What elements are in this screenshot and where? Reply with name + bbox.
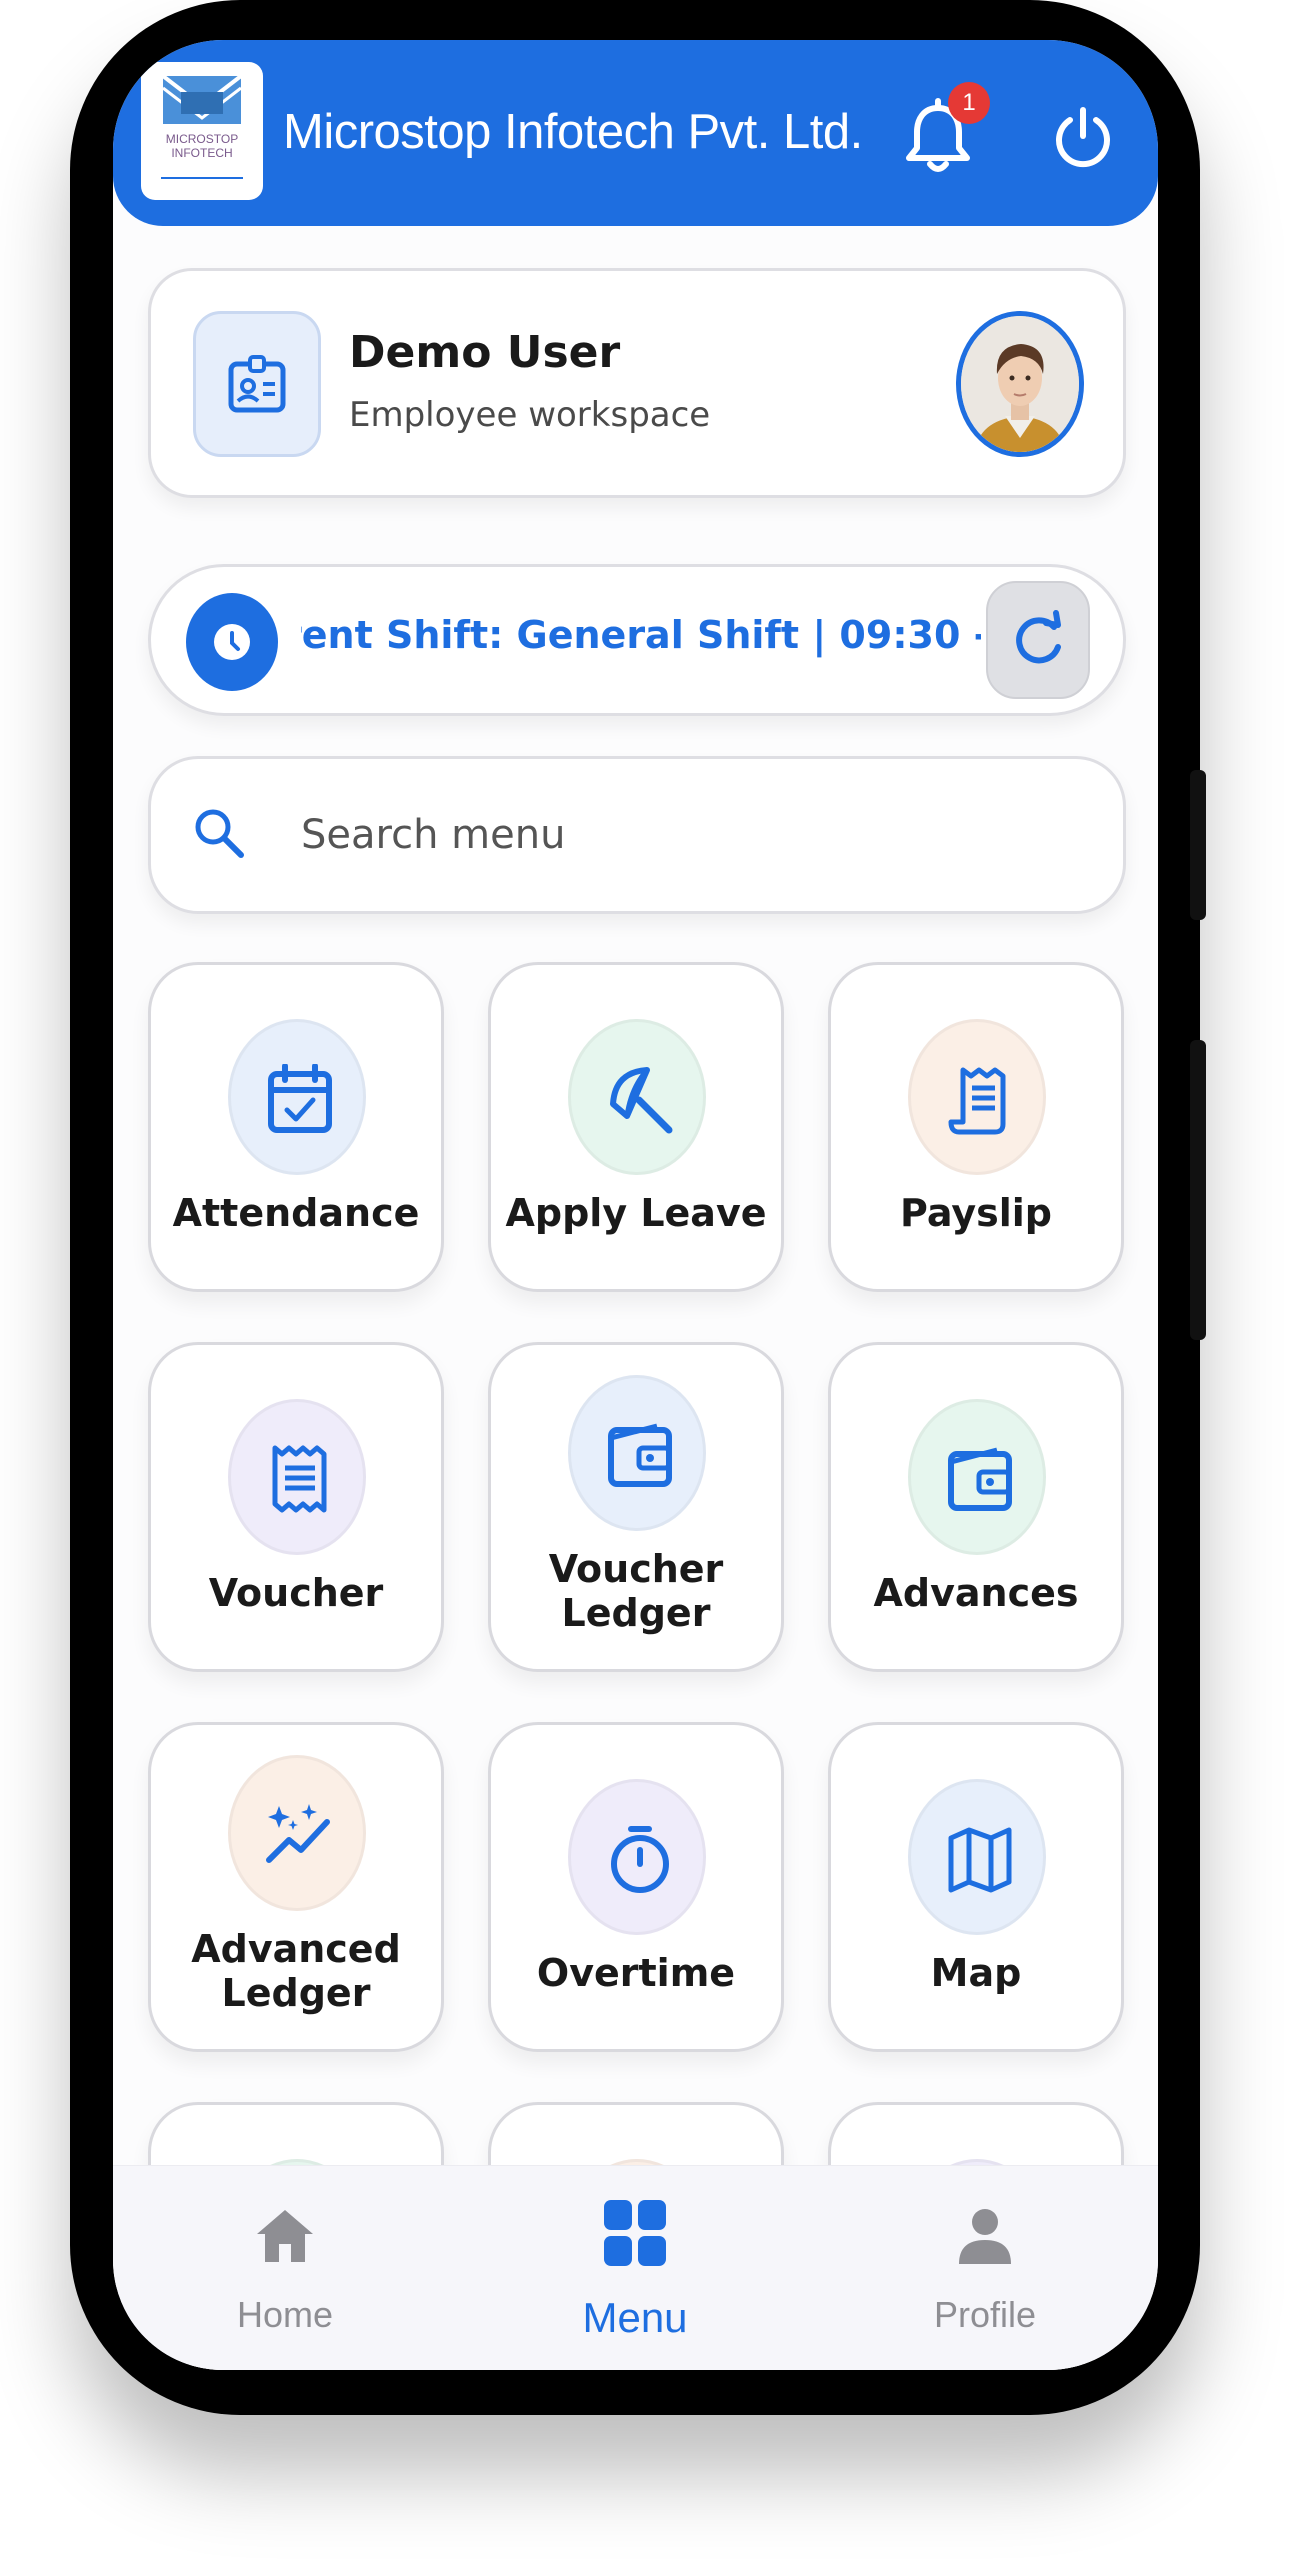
user-name: Demo User xyxy=(349,327,621,378)
id-badge-container xyxy=(193,311,321,457)
grid-icon xyxy=(604,2200,666,2266)
avatar-image xyxy=(961,316,1079,452)
user-card[interactable]: Demo User Employee workspace xyxy=(148,268,1126,498)
app-screen: MICROSTOP INFOTECH Microstop Infotech Pv… xyxy=(113,40,1158,2370)
user-role: Employee workspace xyxy=(349,395,711,435)
receipt-long-icon xyxy=(228,1399,366,1555)
timer-icon xyxy=(568,1779,706,1935)
bottom-navigation: Home Menu Profile xyxy=(113,2165,1158,2370)
search-bar[interactable] xyxy=(148,756,1126,914)
menu-tile-attendance[interactable]: Attendance xyxy=(148,962,444,1292)
shift-banner: rent Shift: General Shift | 09:30 - 18: xyxy=(148,564,1126,716)
search-icon xyxy=(189,803,249,863)
power-icon xyxy=(1056,107,1110,168)
person-icon xyxy=(959,2209,1011,2264)
wallet-icon xyxy=(568,1375,706,1531)
menu-tile-advanced-ledger[interactable]: Advanced Ledger xyxy=(148,1722,444,2052)
nav-profile-label: Profile xyxy=(933,2294,1037,2335)
umbrella-icon xyxy=(568,1019,706,1175)
sparkle-chart-icon xyxy=(228,1755,366,1911)
tile-label: Apply Leave xyxy=(505,1191,767,1235)
id-badge-icon xyxy=(228,355,286,413)
menu-tile-apply-leave[interactable]: Apply Leave xyxy=(488,962,784,1292)
tile-label: Advances xyxy=(873,1571,1079,1615)
map-icon xyxy=(908,1779,1046,1935)
calendar-check-icon xyxy=(228,1019,366,1175)
tile-label: Payslip xyxy=(900,1191,1052,1235)
home-icon xyxy=(257,2210,313,2262)
volume-button xyxy=(1190,770,1206,920)
company-logo: MICROSTOP INFOTECH xyxy=(141,62,263,200)
nav-home-label: Home xyxy=(236,2294,334,2335)
menu-tile-voucher[interactable]: Voucher xyxy=(148,1342,444,1672)
search-input[interactable] xyxy=(299,799,1063,871)
app-header: MICROSTOP INFOTECH Microstop Infotech Pv… xyxy=(113,40,1158,226)
shift-text: rent Shift: General Shift | 09:30 - 18: xyxy=(301,613,981,657)
wallet-icon xyxy=(908,1399,1046,1555)
nav-home[interactable]: Home xyxy=(155,2166,415,2370)
menu-tile-advances[interactable]: Advances xyxy=(828,1342,1124,1672)
tile-label: Attendance xyxy=(172,1191,420,1235)
menu-tile-map[interactable]: Map xyxy=(828,1722,1124,2052)
nav-menu[interactable]: Menu xyxy=(505,2166,765,2370)
tile-label: Advanced Ledger xyxy=(191,1927,401,2015)
nav-profile[interactable]: Profile xyxy=(855,2166,1115,2370)
clock-icon xyxy=(186,593,278,691)
logo-text: MICROSTOP INFOTECH xyxy=(165,132,239,160)
shift-marquee: rent Shift: General Shift | 09:30 - 18: xyxy=(301,567,981,715)
refresh-button[interactable] xyxy=(986,581,1090,699)
tile-label: Overtime xyxy=(536,1951,736,1995)
tile-label: Voucher Ledger xyxy=(548,1547,724,1635)
logout-button[interactable] xyxy=(1048,102,1118,172)
menu-tile-voucher-ledger[interactable]: Voucher Ledger xyxy=(488,1342,784,1672)
receipt-icon xyxy=(908,1019,1046,1175)
nav-menu-label: Menu xyxy=(582,2294,688,2341)
menu-tile-overtime[interactable]: Overtime xyxy=(488,1722,784,2052)
menu-tile-payslip[interactable]: Payslip xyxy=(828,962,1124,1292)
refresh-icon xyxy=(1016,610,1061,664)
tile-label: Voucher xyxy=(208,1571,384,1615)
company-title: Microstop Infotech Pvt. Ltd. xyxy=(283,105,863,159)
logo-graphic-icon xyxy=(161,74,243,179)
tile-label: Map xyxy=(930,1951,1022,1995)
notification-badge: 1 xyxy=(948,82,990,124)
power-side-button xyxy=(1190,1040,1206,1340)
avatar[interactable] xyxy=(956,311,1084,457)
